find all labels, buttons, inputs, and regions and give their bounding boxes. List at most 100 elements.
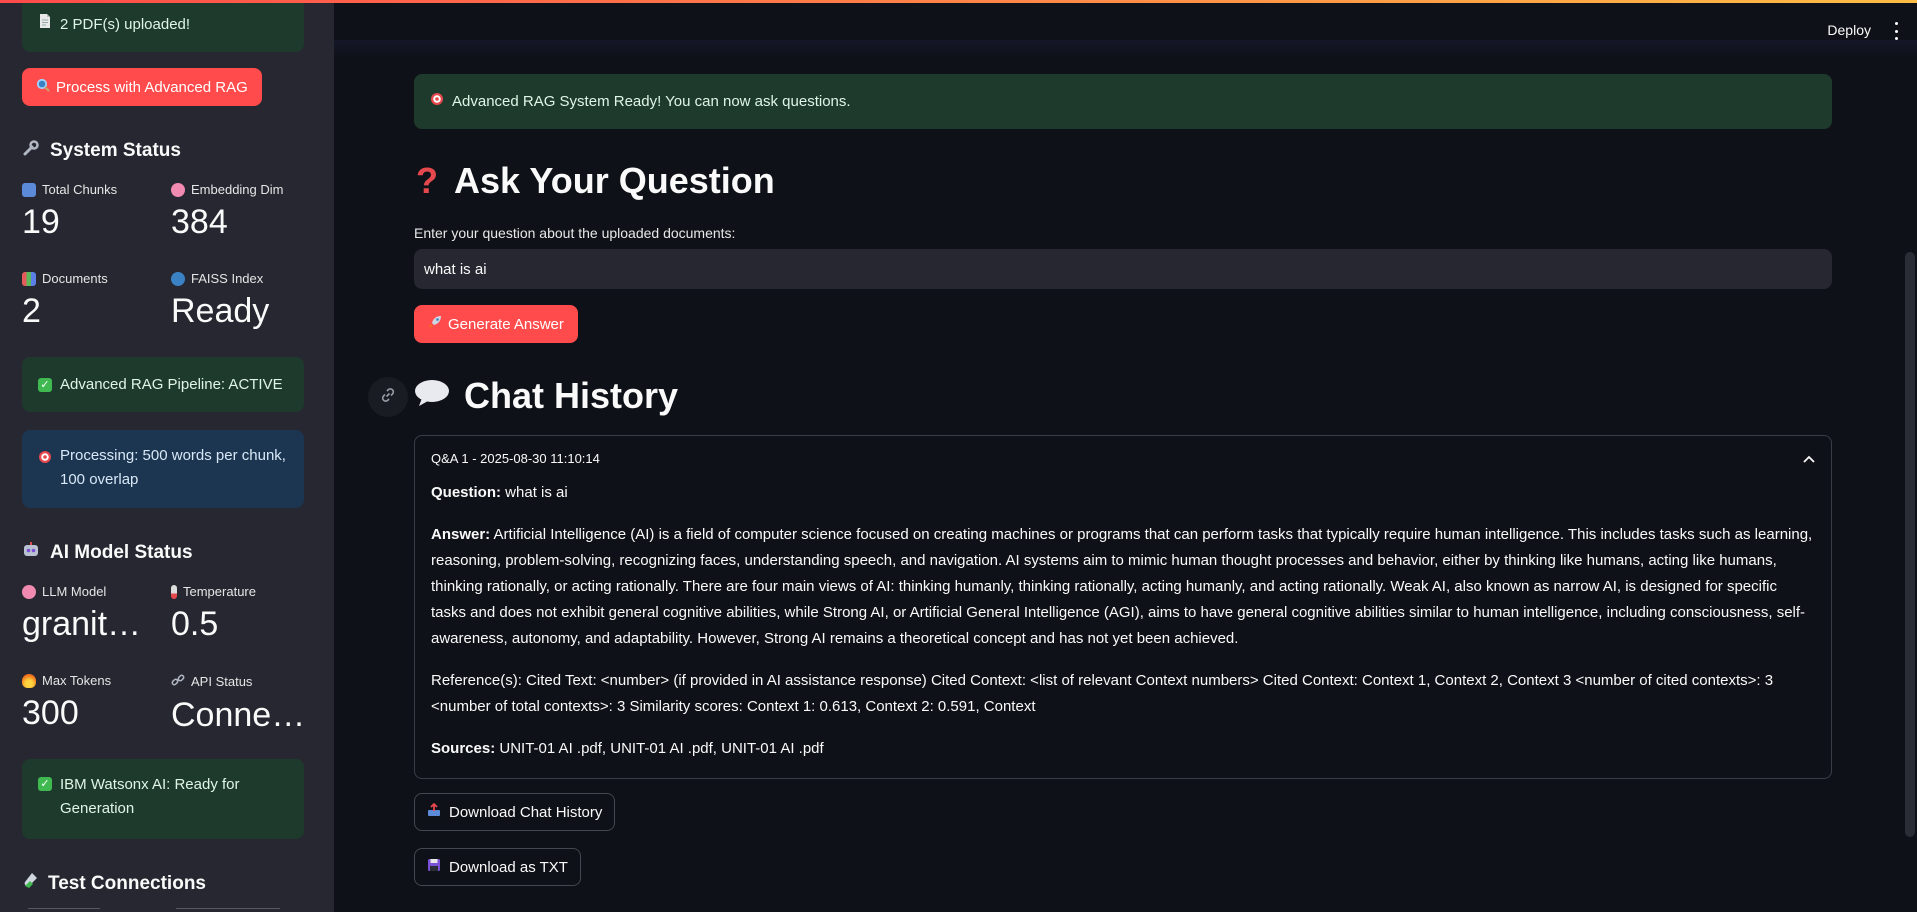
test-connections-heading: Test Connections <box>22 872 304 896</box>
deploy-button[interactable]: Deploy <box>1827 22 1871 38</box>
qa-references: Reference(s): Cited Text: <number> (if p… <box>431 672 1774 715</box>
chevron-up-icon <box>1803 451 1815 466</box>
process-rag-button[interactable]: Process with Advanced RAG <box>22 68 262 106</box>
qa-question-label: Question: <box>431 484 501 501</box>
metric-value: 19 <box>22 203 60 241</box>
pipeline-status-text: Advanced RAG Pipeline: ACTIVE <box>60 375 283 393</box>
processing-info-text: Processing: 500 words per chunk, 100 ove… <box>60 447 286 488</box>
link-icon <box>171 673 185 690</box>
qa-question-text: what is ai <box>505 484 568 501</box>
download-chat-history-label: Download Chat History <box>449 803 603 821</box>
anchor-link-button[interactable] <box>368 377 408 417</box>
magnifier-icon <box>171 271 185 286</box>
metric-label: Total Chunks <box>42 182 118 197</box>
metric-value: Ready <box>171 292 270 330</box>
metric-llm-model: LLM Model granit… <box>22 584 162 644</box>
document-icon <box>38 13 52 37</box>
qa-expander-title: Q&A 1 - 2025-08-30 11:10:14 <box>431 450 600 466</box>
metric-value: 384 <box>171 203 228 241</box>
qa-question: Question: what is ai <box>431 480 1815 506</box>
pipeline-status-alert: ✓ Advanced RAG Pipeline: ACTIVE <box>22 357 304 412</box>
processing-info-alert: Processing: 500 words per chunk, 100 ove… <box>22 430 304 508</box>
rocket-icon <box>428 315 442 333</box>
question-input-value: what is ai <box>424 260 487 278</box>
download-txt-button[interactable]: Download as TXT <box>414 848 581 886</box>
check-icon: ✓ <box>38 777 52 791</box>
metric-api-status: API Status Conne… <box>171 673 311 735</box>
target-icon <box>430 90 444 114</box>
qa-sources: Sources: UNIT-01 AI .pdf, UNIT-01 AI .pd… <box>431 736 1815 762</box>
metric-value: 300 <box>22 694 79 732</box>
outbox-tray-icon <box>427 802 441 821</box>
process-button-wrap: Process with Advanced RAG <box>22 68 304 106</box>
qa-expander-wrap: Q&A 1 - 2025-08-30 11:10:14 Question: wh… <box>414 435 1832 779</box>
robot-icon <box>22 541 40 565</box>
magnifier-icon <box>36 78 50 96</box>
system-status-heading: System Status <box>22 139 304 163</box>
metric-value: granit… <box>22 605 142 643</box>
chat-history-heading: Chat History <box>414 375 1832 417</box>
upload-status-text: 2 PDF(s) uploaded! <box>60 16 191 33</box>
header-shadow <box>334 40 1917 58</box>
metric-temperature: Temperature 0.5 <box>171 584 311 644</box>
target-icon <box>38 448 52 472</box>
ask-question-heading: ? Ask Your Question <box>414 160 1832 202</box>
metric-max-tokens: Max Tokens 300 <box>22 673 162 733</box>
question-mark-icon: ? <box>416 160 438 201</box>
thermometer-icon <box>171 584 177 599</box>
metric-label: FAISS Index <box>191 271 264 286</box>
ai-model-heading: AI Model Status <box>22 541 304 565</box>
upload-status-alert: 2 PDF(s) uploaded! <box>22 0 304 52</box>
watsonx-status-alert: ✓ IBM Watsonx AI: Ready for Generation <box>22 759 304 839</box>
books-icon <box>22 271 36 286</box>
download-history-wrap: Download Chat History <box>414 793 1832 831</box>
question-input[interactable]: what is ai <box>414 249 1832 289</box>
system-status-title: System Status <box>50 140 181 161</box>
qa-answer: Answer: Artificial Intelligence (AI) is … <box>431 522 1815 652</box>
download-chat-history-button[interactable]: Download Chat History <box>414 793 616 831</box>
brain-icon <box>22 584 36 599</box>
brain-icon <box>171 182 185 197</box>
test-connections-title: Test Connections <box>48 873 206 894</box>
qa-answer-text: Artificial Intelligence (AI) is a field … <box>431 526 1813 647</box>
fire-icon <box>22 673 36 688</box>
main-menu-button[interactable] <box>1893 22 1899 40</box>
generate-answer-button[interactable]: Generate Answer <box>414 305 578 343</box>
generate-button-wrap: Generate Answer <box>414 305 1832 343</box>
qa-expander-body: Question: what is ai Answer: Artificial … <box>415 480 1831 778</box>
ai-model-title: AI Model Status <box>50 542 193 563</box>
ready-alert: Advanced RAG System Ready! You can now a… <box>414 74 1832 129</box>
main-area: Deploy Advanced RAG System Ready! You ca… <box>334 0 1917 912</box>
metric-label: Embedding Dim <box>191 182 284 197</box>
generate-answer-label: Generate Answer <box>448 315 564 333</box>
metric-embedding-dim: Embedding Dim 384 <box>171 182 311 242</box>
qa-expander: Q&A 1 - 2025-08-30 11:10:14 Question: wh… <box>414 435 1832 779</box>
metric-label: Documents <box>42 271 108 286</box>
process-rag-button-label: Process with Advanced RAG <box>56 78 248 96</box>
metric-label: API Status <box>191 674 253 689</box>
main-scrollbar[interactable] <box>1905 252 1915 837</box>
test-button-edge <box>176 908 280 912</box>
qa-sources-text: UNIT-01 AI .pdf, UNIT-01 AI .pdf, UNIT-0… <box>499 740 824 757</box>
ready-message: Advanced RAG System Ready! You can now a… <box>452 92 851 110</box>
qa-answer-label: Answer: <box>431 526 491 543</box>
test-tube-icon <box>22 872 38 896</box>
check-icon: ✓ <box>38 377 52 392</box>
watsonx-status-text: IBM Watsonx AI: Ready for Generation <box>60 776 240 817</box>
download-txt-label: Download as TXT <box>449 858 568 876</box>
chat-history-title: Chat History <box>464 375 679 416</box>
metric-value: 0.5 <box>171 605 219 643</box>
floppy-disk-icon <box>427 858 441 876</box>
metric-documents: Documents 2 <box>22 271 162 331</box>
metric-value: 2 <box>22 292 41 330</box>
wrench-icon <box>22 139 40 163</box>
metric-value: Conne… <box>171 696 306 734</box>
metric-label: LLM Model <box>42 584 107 599</box>
qa-expander-header[interactable]: Q&A 1 - 2025-08-30 11:10:14 <box>415 436 1831 480</box>
speech-bubble-icon <box>414 375 450 417</box>
metric-faiss-index: FAISS Index Ready <box>171 271 311 331</box>
top-decoration-bar <box>0 0 1917 3</box>
ask-question-title: Ask Your Question <box>454 160 775 201</box>
download-txt-wrap: Download as TXT <box>414 848 1832 886</box>
test-button-edge <box>28 908 100 912</box>
